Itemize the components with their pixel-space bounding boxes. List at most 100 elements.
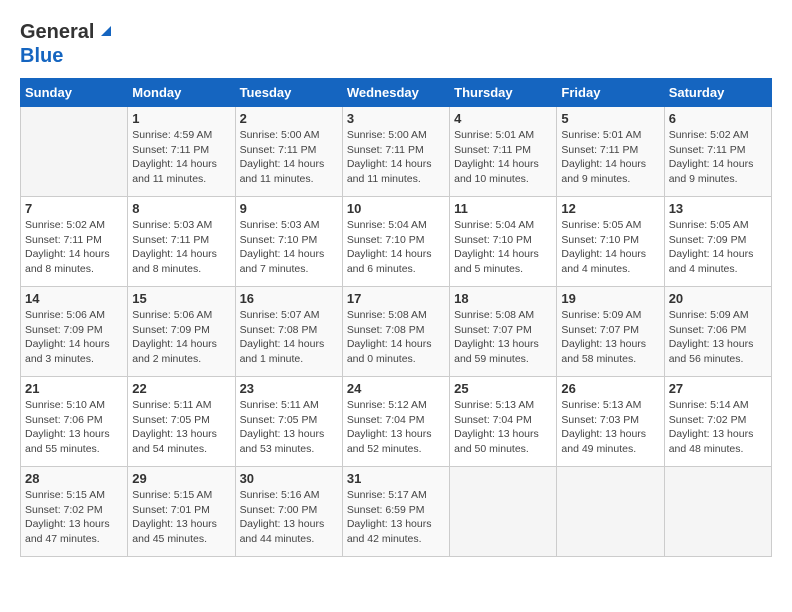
- calendar-week-row: 28Sunrise: 5:15 AM Sunset: 7:02 PM Dayli…: [21, 467, 772, 557]
- day-info: Sunrise: 5:17 AM Sunset: 6:59 PM Dayligh…: [347, 488, 445, 547]
- day-of-week-header: Tuesday: [235, 79, 342, 107]
- calendar-header: SundayMondayTuesdayWednesdayThursdayFrid…: [21, 79, 772, 107]
- day-info: Sunrise: 5:08 AM Sunset: 7:08 PM Dayligh…: [347, 308, 445, 367]
- day-of-week-header: Thursday: [450, 79, 557, 107]
- day-number: 27: [669, 381, 767, 396]
- calendar-week-row: 21 Sunrise: 5:10 AM Sunset: 7:06 PM Dayli…: [21, 377, 772, 467]
- calendar-cell: 22Sunrise: 5:11 AM Sunset: 7:05 PM Dayli…: [128, 377, 235, 467]
- calendar-cell: 20 Sunrise: 5:09 AM Sunset: 7:06 PM Dayli…: [664, 287, 771, 377]
- calendar-week-row: 14 Sunrise: 5:06 AM Sunset: 7:09 PM Dayli…: [21, 287, 772, 377]
- calendar-table: SundayMondayTuesdayWednesdayThursdayFrid…: [20, 78, 772, 557]
- day-number: 14: [25, 291, 123, 306]
- calendar-cell: 30Sunrise: 5:16 AM Sunset: 7:00 PM Dayli…: [235, 467, 342, 557]
- day-number: 23: [240, 381, 338, 396]
- day-number: 11: [454, 201, 552, 216]
- day-of-week-header: Friday: [557, 79, 664, 107]
- day-info: Sunrise: 4:59 AM Sunset: 7:11 PM Dayligh…: [132, 128, 230, 187]
- calendar-week-row: 1 Sunrise: 4:59 AM Sunset: 7:11 PM Daylig…: [21, 107, 772, 197]
- calendar-cell: 29 Sunrise: 5:15 AM Sunset: 7:01 PM Dayli…: [128, 467, 235, 557]
- day-info: Sunrise: 5:09 AM Sunset: 7:07 PM Dayligh…: [561, 308, 659, 367]
- day-number: 29: [132, 471, 230, 486]
- calendar-cell: 24 Sunrise: 5:12 AM Sunset: 7:04 PM Dayli…: [342, 377, 449, 467]
- day-number: 9: [240, 201, 338, 216]
- day-number: 10: [347, 201, 445, 216]
- day-info: Sunrise: 5:04 AM Sunset: 7:10 PM Dayligh…: [347, 218, 445, 277]
- calendar-cell: 1 Sunrise: 4:59 AM Sunset: 7:11 PM Daylig…: [128, 107, 235, 197]
- calendar-cell: 14Sunrise: 5:06 AM Sunset: 7:09 PM Dayli…: [21, 287, 128, 377]
- day-number: 25: [454, 381, 552, 396]
- calendar-cell: [557, 467, 664, 557]
- day-info: Sunrise: 5:13 AM Sunset: 7:04 PM Dayligh…: [454, 398, 552, 457]
- day-number: 1: [132, 111, 230, 126]
- day-number: 20: [669, 291, 767, 306]
- calendar-cell: 28Sunrise: 5:15 AM Sunset: 7:02 PM Dayli…: [21, 467, 128, 557]
- calendar-cell: 19Sunrise: 5:09 AM Sunset: 7:07 PM Dayli…: [557, 287, 664, 377]
- day-info: Sunrise: 5:12 AM Sunset: 7:04 PM Dayligh…: [347, 398, 445, 457]
- day-number: 30: [240, 471, 338, 486]
- logo-general-text: General: [20, 21, 94, 44]
- day-number: 7: [25, 201, 123, 216]
- calendar-cell: 17 Sunrise: 5:08 AM Sunset: 7:08 PM Dayli…: [342, 287, 449, 377]
- logo: General Blue: [20, 20, 115, 68]
- day-info: Sunrise: 5:10 AM Sunset: 7:06 PM Dayligh…: [25, 398, 123, 457]
- day-number: 18: [454, 291, 552, 306]
- day-info: Sunrise: 5:06 AM Sunset: 7:09 PM Dayligh…: [132, 308, 230, 367]
- day-info: Sunrise: 5:14 AM Sunset: 7:02 PM Dayligh…: [669, 398, 767, 457]
- day-number: 17: [347, 291, 445, 306]
- logo-blue-text: Blue: [20, 45, 63, 67]
- day-number: 3: [347, 111, 445, 126]
- page-header: General Blue: [20, 20, 772, 68]
- day-number: 31: [347, 471, 445, 486]
- calendar-cell: 11 Sunrise: 5:04 AM Sunset: 7:10 PM Dayli…: [450, 197, 557, 287]
- calendar-cell: 12 Sunrise: 5:05 AM Sunset: 7:10 PM Dayli…: [557, 197, 664, 287]
- day-number: 8: [132, 201, 230, 216]
- calendar-cell: 31 Sunrise: 5:17 AM Sunset: 6:59 PM Dayli…: [342, 467, 449, 557]
- day-info: Sunrise: 5:02 AM Sunset: 7:11 PM Dayligh…: [669, 128, 767, 187]
- calendar-cell: 15Sunrise: 5:06 AM Sunset: 7:09 PM Dayli…: [128, 287, 235, 377]
- calendar-cell: 18 Sunrise: 5:08 AM Sunset: 7:07 PM Dayli…: [450, 287, 557, 377]
- day-info: Sunrise: 5:13 AM Sunset: 7:03 PM Dayligh…: [561, 398, 659, 457]
- day-info: Sunrise: 5:04 AM Sunset: 7:10 PM Dayligh…: [454, 218, 552, 277]
- day-of-week-header: Wednesday: [342, 79, 449, 107]
- day-info: Sunrise: 5:00 AM Sunset: 7:11 PM Dayligh…: [347, 128, 445, 187]
- day-info: Sunrise: 5:08 AM Sunset: 7:07 PM Dayligh…: [454, 308, 552, 367]
- day-number: 21: [25, 381, 123, 396]
- calendar-cell: 25 Sunrise: 5:13 AM Sunset: 7:04 PM Dayli…: [450, 377, 557, 467]
- days-of-week-row: SundayMondayTuesdayWednesdayThursdayFrid…: [21, 79, 772, 107]
- calendar-cell: [21, 107, 128, 197]
- day-number: 24: [347, 381, 445, 396]
- calendar-week-row: 7Sunrise: 5:02 AM Sunset: 7:11 PM Daylig…: [21, 197, 772, 287]
- day-number: 12: [561, 201, 659, 216]
- day-info: Sunrise: 5:01 AM Sunset: 7:11 PM Dayligh…: [454, 128, 552, 187]
- day-number: 5: [561, 111, 659, 126]
- calendar-cell: 10 Sunrise: 5:04 AM Sunset: 7:10 PM Dayli…: [342, 197, 449, 287]
- calendar-cell: 8Sunrise: 5:03 AM Sunset: 7:11 PM Daylig…: [128, 197, 235, 287]
- day-of-week-header: Monday: [128, 79, 235, 107]
- calendar-cell: 26 Sunrise: 5:13 AM Sunset: 7:03 PM Dayli…: [557, 377, 664, 467]
- calendar-cell: 13Sunrise: 5:05 AM Sunset: 7:09 PM Dayli…: [664, 197, 771, 287]
- calendar-cell: 9 Sunrise: 5:03 AM Sunset: 7:10 PM Daylig…: [235, 197, 342, 287]
- day-number: 6: [669, 111, 767, 126]
- logo-arrow-icon: [97, 22, 115, 45]
- calendar-cell: 16Sunrise: 5:07 AM Sunset: 7:08 PM Dayli…: [235, 287, 342, 377]
- day-number: 2: [240, 111, 338, 126]
- calendar-cell: 3 Sunrise: 5:00 AM Sunset: 7:11 PM Daylig…: [342, 107, 449, 197]
- day-info: Sunrise: 5:15 AM Sunset: 7:01 PM Dayligh…: [132, 488, 230, 547]
- day-number: 16: [240, 291, 338, 306]
- calendar-cell: 27 Sunrise: 5:14 AM Sunset: 7:02 PM Dayli…: [664, 377, 771, 467]
- calendar-cell: 6 Sunrise: 5:02 AM Sunset: 7:11 PM Daylig…: [664, 107, 771, 197]
- day-info: Sunrise: 5:09 AM Sunset: 7:06 PM Dayligh…: [669, 308, 767, 367]
- calendar-cell: 23 Sunrise: 5:11 AM Sunset: 7:05 PM Dayli…: [235, 377, 342, 467]
- day-of-week-header: Saturday: [664, 79, 771, 107]
- calendar-cell: 21 Sunrise: 5:10 AM Sunset: 7:06 PM Dayli…: [21, 377, 128, 467]
- day-info: Sunrise: 5:03 AM Sunset: 7:10 PM Dayligh…: [240, 218, 338, 277]
- day-info: Sunrise: 5:11 AM Sunset: 7:05 PM Dayligh…: [240, 398, 338, 457]
- calendar-cell: [664, 467, 771, 557]
- day-info: Sunrise: 5:05 AM Sunset: 7:10 PM Dayligh…: [561, 218, 659, 277]
- calendar-body: 1 Sunrise: 4:59 AM Sunset: 7:11 PM Daylig…: [21, 107, 772, 557]
- day-info: Sunrise: 5:05 AM Sunset: 7:09 PM Dayligh…: [669, 218, 767, 277]
- day-number: 4: [454, 111, 552, 126]
- calendar-cell: [450, 467, 557, 557]
- day-number: 26: [561, 381, 659, 396]
- calendar-cell: 4 Sunrise: 5:01 AM Sunset: 7:11 PM Daylig…: [450, 107, 557, 197]
